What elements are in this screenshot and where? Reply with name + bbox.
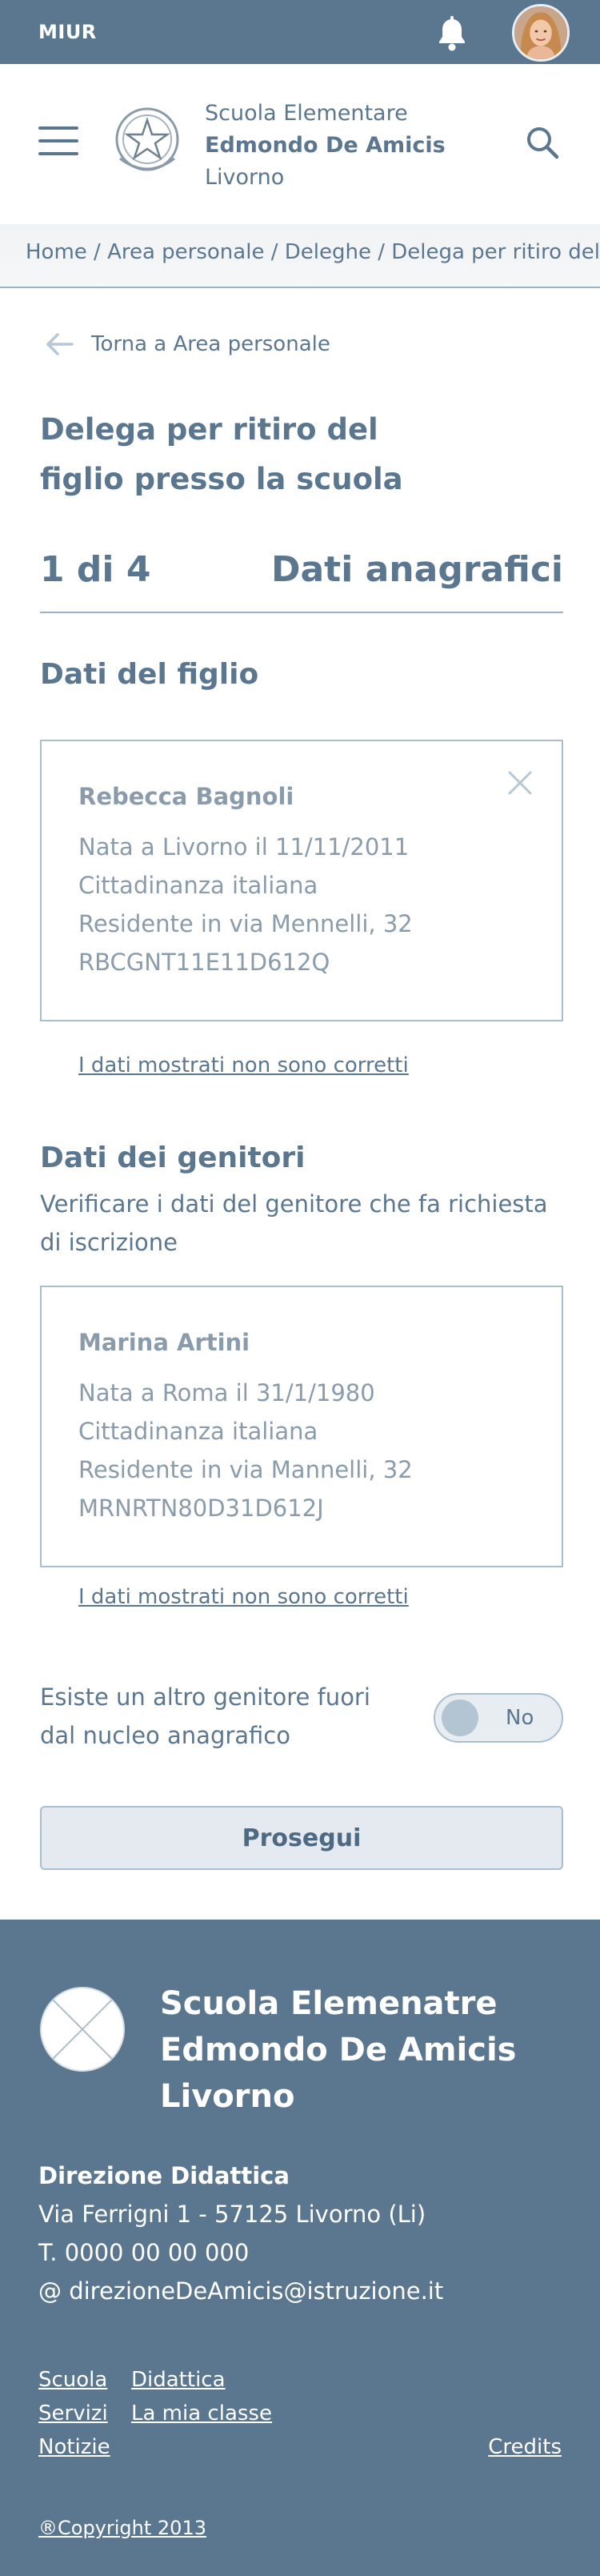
school-name-line1: Scuola Elementare bbox=[205, 101, 408, 126]
other-parent-label: Esiste un altro genitore fuori dal nucle… bbox=[40, 1683, 370, 1749]
site-header: Scuola Elementare Edmondo De Amicis Livo… bbox=[0, 64, 600, 224]
parent-citizenship: Cittadinanza italiana bbox=[78, 1418, 318, 1445]
child-card: Rebecca Bagnoli Nata a Livorno il 11/11/… bbox=[40, 740, 563, 1021]
continue-button[interactable]: Prosegui bbox=[40, 1806, 563, 1870]
footer-phone: T. 0000 00 00 000 bbox=[38, 2239, 250, 2266]
avatar-portrait-icon bbox=[514, 6, 567, 59]
child-birth: Nata a Livorno il 11/11/2011 bbox=[78, 833, 410, 861]
school-name-line3: Livorno bbox=[205, 165, 285, 190]
page-title: Delega per ritiro del figlio presso la s… bbox=[40, 412, 403, 496]
other-parent-toggle[interactable]: No bbox=[434, 1693, 563, 1743]
step-indicator: 1 di 4 Dati anagrafici bbox=[40, 544, 563, 613]
republic-emblem-icon bbox=[115, 107, 179, 171]
footer-school-line3: Livorno bbox=[160, 2078, 295, 2115]
footer-link-notizie[interactable]: Notizie bbox=[38, 2430, 110, 2464]
child-name: Rebecca Bagnoli bbox=[78, 783, 294, 810]
parent-name: Marina Artini bbox=[78, 1329, 250, 1356]
site-footer: Scuola Elemenatre Edmondo De Amicis Livo… bbox=[0, 1920, 600, 2576]
child-residence: Residente in via Mennelli, 32 bbox=[78, 910, 413, 937]
parent-card: Marina Artini Nata a Roma il 31/1/1980 C… bbox=[40, 1286, 563, 1567]
school-name-line2: Edmondo De Amicis bbox=[205, 133, 446, 158]
footer-link-didattica[interactable]: Didattica bbox=[131, 2363, 226, 2397]
breadcrumb-text[interactable]: Home / Area personale / Deleghe / Delega… bbox=[26, 240, 600, 264]
child-fiscal-code: RBCGNT11E11D612Q bbox=[78, 949, 330, 976]
search-icon[interactable] bbox=[525, 125, 560, 160]
parent-residence: Residente in via Mannelli, 32 bbox=[78, 1456, 413, 1483]
step-label: Dati anagrafici bbox=[270, 549, 563, 590]
child-citizenship: Cittadinanza italiana bbox=[78, 872, 318, 899]
back-link-label: Torna a Area personale bbox=[91, 332, 330, 356]
footer-link-la-mia-classe[interactable]: La mia classe bbox=[131, 2397, 272, 2430]
miur-brand[interactable]: MIUR bbox=[38, 21, 97, 43]
footer-email[interactable]: @ direzioneDeAmicis@istruzione.it bbox=[38, 2272, 443, 2310]
step-count: 1 di 4 bbox=[40, 549, 151, 590]
footer-address: Via Ferrigni 1 - 57125 Livorno (Li) bbox=[38, 2201, 426, 2228]
user-avatar[interactable] bbox=[512, 4, 570, 62]
school-logo-placeholder-icon bbox=[40, 1987, 125, 2072]
footer-school-line2: Edmondo De Amicis bbox=[160, 2032, 517, 2068]
footer-copyright[interactable]: ®Copyright 2013 bbox=[38, 2517, 206, 2539]
parents-section-title: Dati dei genitori bbox=[40, 1142, 306, 1174]
hamburger-menu-icon[interactable] bbox=[38, 126, 78, 158]
bell-icon[interactable] bbox=[432, 14, 472, 54]
parent-data-wrong-link[interactable]: I dati mostrati non sono corretti bbox=[78, 1585, 409, 1609]
footer-school-name[interactable]: Scuola Elemenatre Edmondo De Amicis Livo… bbox=[160, 1980, 516, 2120]
school-name[interactable]: Scuola Elementare Edmondo De Amicis Livo… bbox=[205, 98, 446, 194]
top-bar: MIUR bbox=[0, 0, 600, 64]
arrow-left-icon bbox=[46, 333, 74, 355]
footer-link-credits[interactable]: Credits bbox=[488, 2430, 562, 2464]
parent-fiscal-code: MRNRTN80D31D612J bbox=[78, 1495, 324, 1522]
close-icon[interactable] bbox=[507, 770, 533, 796]
footer-link-servizi[interactable]: Servizi bbox=[38, 2397, 108, 2430]
footer-link-scuola[interactable]: Scuola bbox=[38, 2363, 107, 2397]
footer-school-line1: Scuola Elemenatre bbox=[160, 1985, 498, 2022]
parents-section-subtitle: Verificare i dati del genitore che fa ri… bbox=[40, 1190, 548, 1256]
toggle-knob[interactable] bbox=[442, 1699, 478, 1736]
parent-birth: Nata a Roma il 31/1/1980 bbox=[78, 1379, 375, 1406]
child-data-wrong-link[interactable]: I dati mostrati non sono corretti bbox=[78, 1053, 409, 1077]
toggle-value: No bbox=[506, 1706, 534, 1730]
back-link[interactable]: Torna a Area personale bbox=[45, 328, 330, 360]
footer-direction: Direzione Didattica bbox=[38, 2162, 290, 2189]
child-section-title: Dati del figlio bbox=[40, 658, 259, 691]
footer-contact: Direzione Didattica Via Ferrigni 1 - 571… bbox=[38, 2157, 443, 2310]
breadcrumb: Home / Area personale / Deleghe / Delega… bbox=[0, 224, 600, 288]
